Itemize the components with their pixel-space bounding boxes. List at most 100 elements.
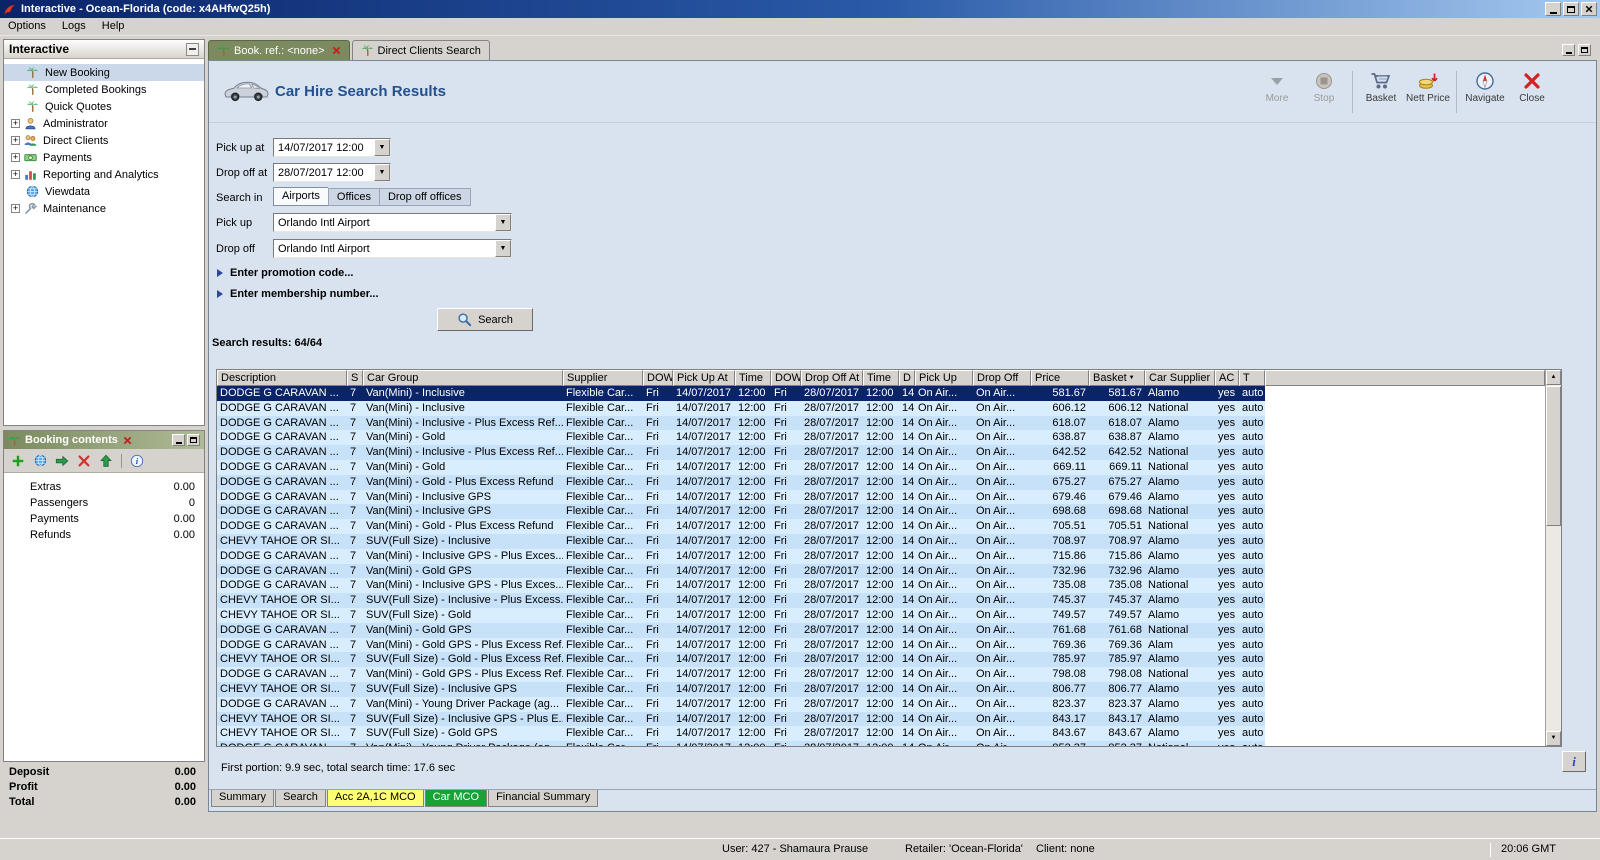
bottom-tab-financial-summary[interactable]: Financial Summary xyxy=(488,790,599,807)
doc-tab-book-ref-none[interactable]: Book. ref.: <none> xyxy=(208,40,350,60)
sidebar-item-reporting-and-analytics[interactable]: + Reporting and Analytics xyxy=(4,166,204,183)
table-row[interactable]: DODGE G CARAVAN ... 7 Van(Mini) - Gold GPS… xyxy=(217,563,1265,579)
expander-icon[interactable]: + xyxy=(11,204,20,213)
maximize-button[interactable] xyxy=(1563,2,1579,16)
table-row[interactable]: DODGE G CARAVAN ... 7 Van(Mini) - Inclusiv… xyxy=(217,578,1265,594)
scroll-up-button[interactable]: ▲ xyxy=(1546,370,1561,385)
sidebar-item-administrator[interactable]: + Administrator xyxy=(4,115,204,132)
column-header-drop-off[interactable]: Drop Off xyxy=(973,370,1031,386)
table-row[interactable]: DODGE G CARAVAN ... 7 Van(Mini) - Gold GPS… xyxy=(217,667,1265,682)
table-row[interactable]: DODGE G CARAVAN ...7Van(Mini) - Young Dr… xyxy=(217,696,1265,712)
table-row[interactable]: DODGE G CARAVAN ... 7 Van(Mini) - Gold GPS… xyxy=(217,637,1265,653)
column-header-time[interactable]: Time xyxy=(735,370,771,386)
expander-icon[interactable]: + xyxy=(11,170,20,179)
table-row[interactable]: DODGE G CARAVAN ... 7 Van(Mini) - Inclusiv… xyxy=(217,415,1265,431)
add-icon[interactable] xyxy=(9,452,27,470)
sidebar-item-new-booking[interactable]: New Booking xyxy=(4,64,204,81)
vertical-scrollbar[interactable]: ▲ ▼ xyxy=(1545,370,1561,746)
expander-icon[interactable]: + xyxy=(11,153,20,162)
column-header-d[interactable]: D xyxy=(899,370,915,386)
bottom-tab-summary[interactable]: Summary xyxy=(211,790,275,807)
sidebar-item-maintenance[interactable]: + Maintenance xyxy=(4,200,204,217)
expander-icon[interactable]: + xyxy=(11,136,20,145)
tab-close-icon[interactable] xyxy=(332,46,341,55)
upload-icon[interactable] xyxy=(97,452,115,470)
table-row[interactable]: DODGE G CARAVAN ... 7 Van(Mini) - Inclusiv… xyxy=(217,548,1265,564)
table-row[interactable]: DODGE G CARAVAN ... 7 Van(Mini) - Inclusiv… xyxy=(217,504,1265,520)
menu-item-logs[interactable]: Logs xyxy=(54,18,94,35)
menu-item-options[interactable]: Options xyxy=(0,18,54,35)
column-header-description[interactable]: Description xyxy=(217,370,347,386)
table-row[interactable]: DODGE G CARAVAN ... 7 Van(Mini) - Inclusiv… xyxy=(217,445,1265,460)
transfer-icon[interactable] xyxy=(53,452,71,470)
table-row[interactable]: DODGE G CARAVAN ... 7 Van(Mini) - Gold Flex… xyxy=(217,459,1265,475)
dropdown-arrow-icon[interactable]: ▼ xyxy=(495,214,511,231)
column-header-pick-up-at[interactable]: Pick Up At xyxy=(673,370,735,386)
navigate-button[interactable]: Navigate xyxy=(1463,69,1507,104)
nett-price-button[interactable]: Nett Price xyxy=(1406,69,1450,104)
basket-button[interactable]: Basket xyxy=(1359,69,1403,104)
delete-icon[interactable] xyxy=(75,452,93,470)
dropdown-arrow-icon[interactable]: ▼ xyxy=(374,139,390,156)
pickup-at-select[interactable]: 14/07/2017 12:00 ▼ xyxy=(273,138,391,157)
column-header-pick-up[interactable]: Pick Up xyxy=(915,370,973,386)
search-in-tab-offices[interactable]: Offices xyxy=(327,188,379,206)
column-header-dow[interactable]: DOW xyxy=(643,370,673,386)
info-button[interactable]: i xyxy=(1562,751,1586,772)
close-panel-icon[interactable] xyxy=(123,436,132,445)
scroll-thumb[interactable] xyxy=(1546,386,1561,526)
table-row[interactable]: CHEVY TAHOE OR SI... 7 SUV(Full Size) - In… xyxy=(217,533,1265,549)
column-header-t[interactable]: T xyxy=(1239,370,1265,386)
membership-expander[interactable]: Enter membership number... xyxy=(217,287,379,301)
column-header-time[interactable]: Time xyxy=(863,370,899,386)
column-header-price[interactable]: Price xyxy=(1031,370,1089,386)
table-row[interactable]: DODGE G CARAVAN ... 7 Van(Mini) - Gold Flex… xyxy=(217,430,1265,446)
column-header-s[interactable]: S▼ xyxy=(347,370,363,386)
sidebar-item-completed-bookings[interactable]: Completed Bookings xyxy=(4,81,204,98)
table-row[interactable]: DODGE G CARAVAN ... 7 Van(Mini) - Gold GPS… xyxy=(217,622,1265,638)
scroll-down-button[interactable]: ▼ xyxy=(1546,731,1561,746)
table-row[interactable]: DODGE G CARAVAN ... 7 Van(Mini) - Inclusiv… xyxy=(217,400,1265,416)
bottom-tab-search[interactable]: Search xyxy=(275,790,326,807)
column-header-basket[interactable]: Basket ▼ xyxy=(1089,370,1145,386)
info-icon[interactable]: i xyxy=(128,452,146,470)
table-row[interactable]: DODGE G CARAVAN ... 7 Van(Mini) - Inclusiv… xyxy=(217,386,1265,401)
promo-code-expander[interactable]: Enter promotion code... xyxy=(217,266,353,280)
sidebar-item-direct-clients[interactable]: + Direct Clients xyxy=(4,132,204,149)
mdi-restore-button[interactable] xyxy=(1578,44,1591,56)
doc-tab-direct-clients-search[interactable]: Direct Clients Search xyxy=(351,40,490,60)
panel-restore-button[interactable] xyxy=(187,434,200,446)
column-header-drop-off-at[interactable]: Drop Off At xyxy=(801,370,863,386)
bottom-tab-car-mco[interactable]: Car MCO xyxy=(424,790,488,807)
table-row[interactable]: CHEVY TAHOE OR SI... 7 SUV(Full Size) - In… xyxy=(217,711,1265,727)
dropdown-arrow-icon[interactable]: ▼ xyxy=(374,164,390,181)
close-button[interactable]: Close xyxy=(1510,69,1554,104)
bottom-tab-acc-2a-1c-mco[interactable]: Acc 2A,1C MCO xyxy=(326,790,424,807)
table-row[interactable]: DODGE G CARAVAN ... 7 Van(Mini) - Gold - P… xyxy=(217,474,1265,490)
table-row[interactable]: DODGE G CARAVAN ... 7 Van(Mini) - Inclusiv… xyxy=(217,489,1265,505)
sidebar-item-viewdata[interactable]: Viewdata xyxy=(4,183,204,200)
pickup-select[interactable]: Orlando Intl Airport ▼ xyxy=(273,213,512,232)
sidebar-item-quick-quotes[interactable]: Quick Quotes xyxy=(4,98,204,115)
table-row[interactable]: DODGE G CARAVAN ... 7 Van(Mini) - Gold - P… xyxy=(217,519,1265,534)
close-window-button[interactable] xyxy=(1581,2,1597,16)
column-header-ac[interactable]: AC xyxy=(1215,370,1239,386)
globe-icon[interactable] xyxy=(31,452,49,470)
collapse-panel-button[interactable] xyxy=(186,42,199,56)
column-header-car-group[interactable]: Car Group xyxy=(363,370,563,386)
table-row[interactable]: CHEVY TAHOE OR SI... 7 SUV(Full Size) - In… xyxy=(217,593,1265,608)
mdi-minimize-button[interactable] xyxy=(1562,44,1575,56)
search-in-tab-drop-off-offices[interactable]: Drop off offices xyxy=(378,188,471,206)
table-row[interactable]: CHEVY TAHOE OR SI... 7 SUV(Full Size) - In… xyxy=(217,681,1265,697)
expander-icon[interactable]: + xyxy=(11,119,20,128)
table-row[interactable]: CHEVY TAHOE OR SI... 7 SUV(Full Size) - Go… xyxy=(217,652,1265,668)
minimize-button[interactable] xyxy=(1545,2,1561,16)
column-header-supplier[interactable]: Supplier xyxy=(563,370,643,386)
table-row[interactable]: CHEVY TAHOE OR SI... 7 SUV(Full Size) - Go… xyxy=(217,726,1265,742)
panel-minimize-button[interactable] xyxy=(172,434,185,446)
table-row[interactable]: CHEVY TAHOE OR SI... 7 SUV(Full Size) - Go… xyxy=(217,607,1265,623)
dropdown-arrow-icon[interactable]: ▼ xyxy=(495,240,511,257)
sidebar-item-payments[interactable]: + Payments xyxy=(4,149,204,166)
search-in-tab-airports[interactable]: Airports xyxy=(273,187,328,206)
dropoff-at-select[interactable]: 28/07/2017 12:00 ▼ xyxy=(273,163,391,182)
